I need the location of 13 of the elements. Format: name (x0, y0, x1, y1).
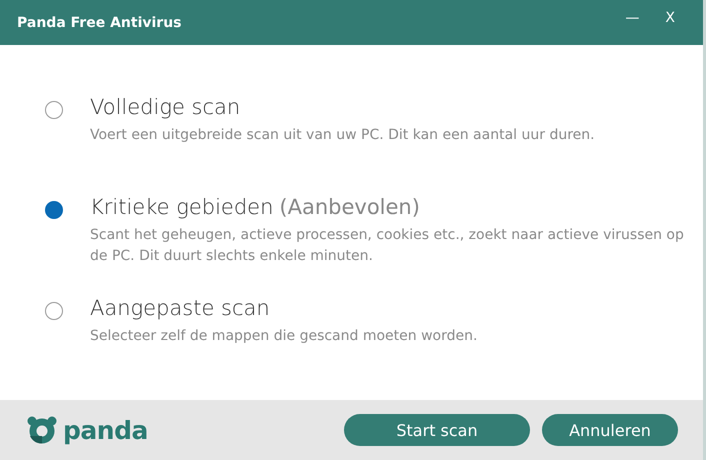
option-description: Voert een uitgebreide scan uit van uw PC. Dit kan een aantal uur duren. (90, 126, 596, 145)
option-note: (Aanbevolen) (279, 195, 420, 219)
start-scan-button[interactable]: Start scan (344, 414, 530, 446)
option-description: Selecteer zelf de mappen die gescand moeten worden. (90, 327, 478, 346)
cancel-button[interactable]: Annuleren (542, 414, 678, 446)
window-title: Panda Free Antivirus (17, 14, 182, 30)
minimize-button[interactable]: — (617, 10, 648, 26)
option-label: Aangepaste scan (90, 296, 270, 320)
option-label: Kritieke gebieden (90, 195, 274, 219)
option-label: Volledige scan (90, 95, 240, 119)
close-button[interactable]: X (657, 10, 683, 26)
option-description: Scant het geheugen, actieve processen, cookies etc., zoekt naar actieve virussen op de PC. Dit duurt slechts enkele minuten. (90, 226, 685, 266)
logo-text: panda (63, 416, 148, 444)
